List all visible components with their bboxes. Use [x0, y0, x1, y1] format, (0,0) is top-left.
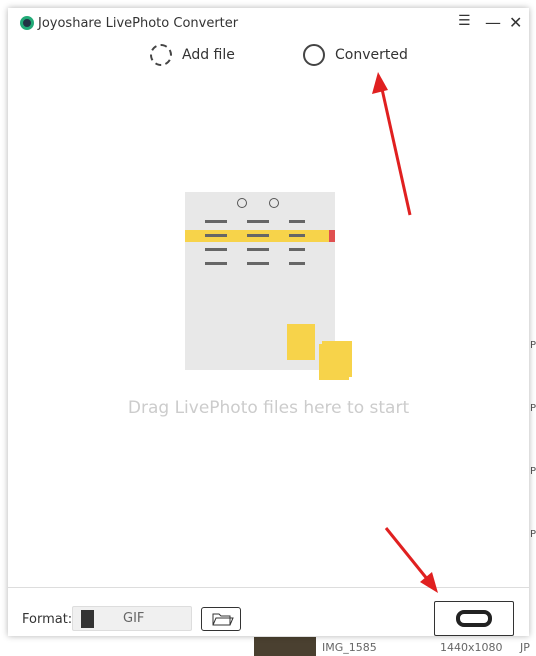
background-edge-text: PI [530, 403, 536, 414]
file-type: JP [520, 641, 530, 654]
drop-area[interactable]: Drag LivePhoto files here to start [8, 78, 529, 587]
app-logo-icon [20, 16, 34, 30]
background-edge-text: PI [530, 529, 536, 540]
file-name: IMG_1585 [322, 641, 377, 654]
folder-icon [212, 613, 234, 626]
tab-converted[interactable]: Converted [303, 44, 408, 66]
close-button[interactable]: ✕ [509, 13, 522, 32]
menu-icon[interactable]: ☰ [458, 13, 471, 29]
footer-bar: Format: GIF [8, 587, 529, 636]
tab-label: Add file [182, 47, 235, 63]
thumbnail [254, 637, 316, 656]
add-file-icon [150, 44, 172, 66]
output-folder-button[interactable] [201, 607, 241, 631]
minimize-button[interactable]: — [485, 13, 501, 32]
window-title: Joyoshare LivePhoto Converter [38, 16, 239, 31]
convert-button[interactable] [434, 601, 514, 636]
convert-icon [456, 610, 492, 627]
background-file-row: IMG_1585 1440x1080 JP [0, 636, 536, 656]
format-label: Format: [22, 612, 73, 627]
drop-illustration [185, 192, 349, 380]
background-edge-text: PI [530, 340, 536, 351]
gif-file-icon [81, 610, 94, 628]
tab-add-file[interactable]: Add file [150, 44, 235, 66]
drop-hint: Drag LivePhoto files here to start [127, 398, 410, 418]
tab-label: Converted [335, 47, 408, 63]
format-value: GIF [123, 611, 145, 626]
resolution: 1440x1080 [440, 641, 503, 654]
app-window: Joyoshare LivePhoto Converter ☰ — ✕ Add … [8, 8, 529, 636]
background-edge-text: PI [530, 466, 536, 477]
clock-icon [303, 44, 325, 66]
format-select[interactable]: GIF [72, 606, 192, 631]
